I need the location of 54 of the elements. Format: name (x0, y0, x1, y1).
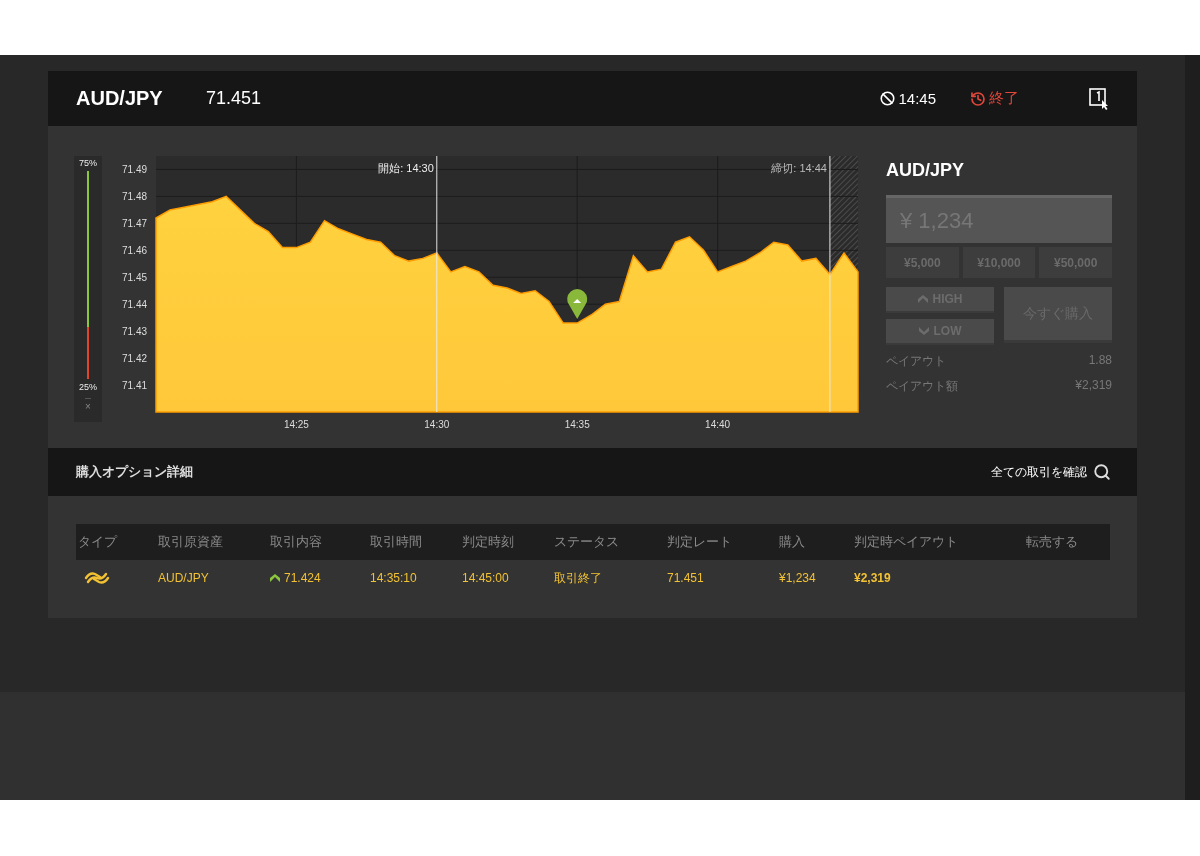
column-header: 取引原資産 (157, 533, 224, 551)
x-axis-label: 14:30 (424, 419, 450, 430)
table-cell-text: AUD/JPY (157, 571, 210, 585)
y-axis-label: 71.49 (122, 164, 148, 176)
high-percent: 75% (79, 158, 97, 168)
start-label: 開始: 14:30 (378, 162, 434, 174)
table-cell-text: 14:35:10 (369, 571, 418, 585)
down-arrow-icon (918, 327, 929, 335)
table-cell-text: 取引終了 (553, 569, 603, 587)
all-trades-link[interactable]: 全ての取引を確認 (991, 463, 1111, 481)
x-axis-label: 14:25 (283, 419, 309, 430)
no-entry-icon (880, 91, 896, 106)
y-axis-label: 71.41 (122, 380, 148, 392)
current-rate: 71.451 (206, 88, 263, 109)
low-percent: 25% (79, 382, 97, 392)
section-title: 購入オプション詳細 (76, 463, 193, 481)
y-axis-label: 71.43 (122, 326, 148, 338)
up-arrow-icon (270, 574, 280, 582)
y-axis-label: 71.47 (122, 218, 148, 230)
column-header: 取引内容 (269, 533, 323, 551)
table-cell-text: ¥2,319 (853, 571, 892, 585)
pair-title: AUD/JPY (76, 87, 164, 110)
y-axis-label: 71.45 (122, 272, 148, 284)
column-header: タイプ (77, 533, 119, 551)
link-wave-icon (84, 570, 110, 586)
y-axis-label: 71.42 (122, 353, 148, 365)
column-header: 転売する (1025, 533, 1079, 551)
table-cell-text: 14:45:00 (461, 571, 510, 585)
column-header: 判定レート (666, 533, 733, 551)
column-header: ステータス (553, 533, 620, 551)
column-header: 購入 (778, 533, 806, 551)
search-icon (1093, 463, 1111, 481)
trade-status: 終了 (970, 89, 1019, 108)
window-cursor-icon[interactable] (1089, 87, 1109, 110)
table-cell-text: ¥1,234 (778, 571, 817, 585)
expiry-time: 14:45 (880, 90, 936, 107)
table-cell: 71.424 (284, 571, 321, 585)
payout-value: 1.88 (1088, 353, 1112, 369)
y-axis-label: 71.48 (122, 191, 148, 203)
x-axis-label: 14:40 (705, 419, 731, 430)
column-header: 判定時刻 (461, 533, 515, 551)
close-button[interactable]: × (85, 398, 91, 412)
payout-value: ¥2,319 (1075, 378, 1112, 394)
entry-pin-icon (567, 289, 588, 320)
column-header: 取引時間 (369, 533, 423, 551)
y-axis-label: 71.44 (122, 299, 148, 311)
history-icon (970, 90, 986, 107)
end-label: 締切: 14:44 (771, 162, 827, 174)
up-arrow-icon (917, 295, 928, 303)
table-cell-text: 71.451 (666, 571, 705, 585)
column-header: 判定時ペイアウト (853, 533, 959, 551)
x-axis-label: 14:35 (564, 419, 590, 430)
order-pair-title: AUD/JPY (886, 160, 966, 181)
y-axis-label: 71.46 (122, 245, 148, 257)
